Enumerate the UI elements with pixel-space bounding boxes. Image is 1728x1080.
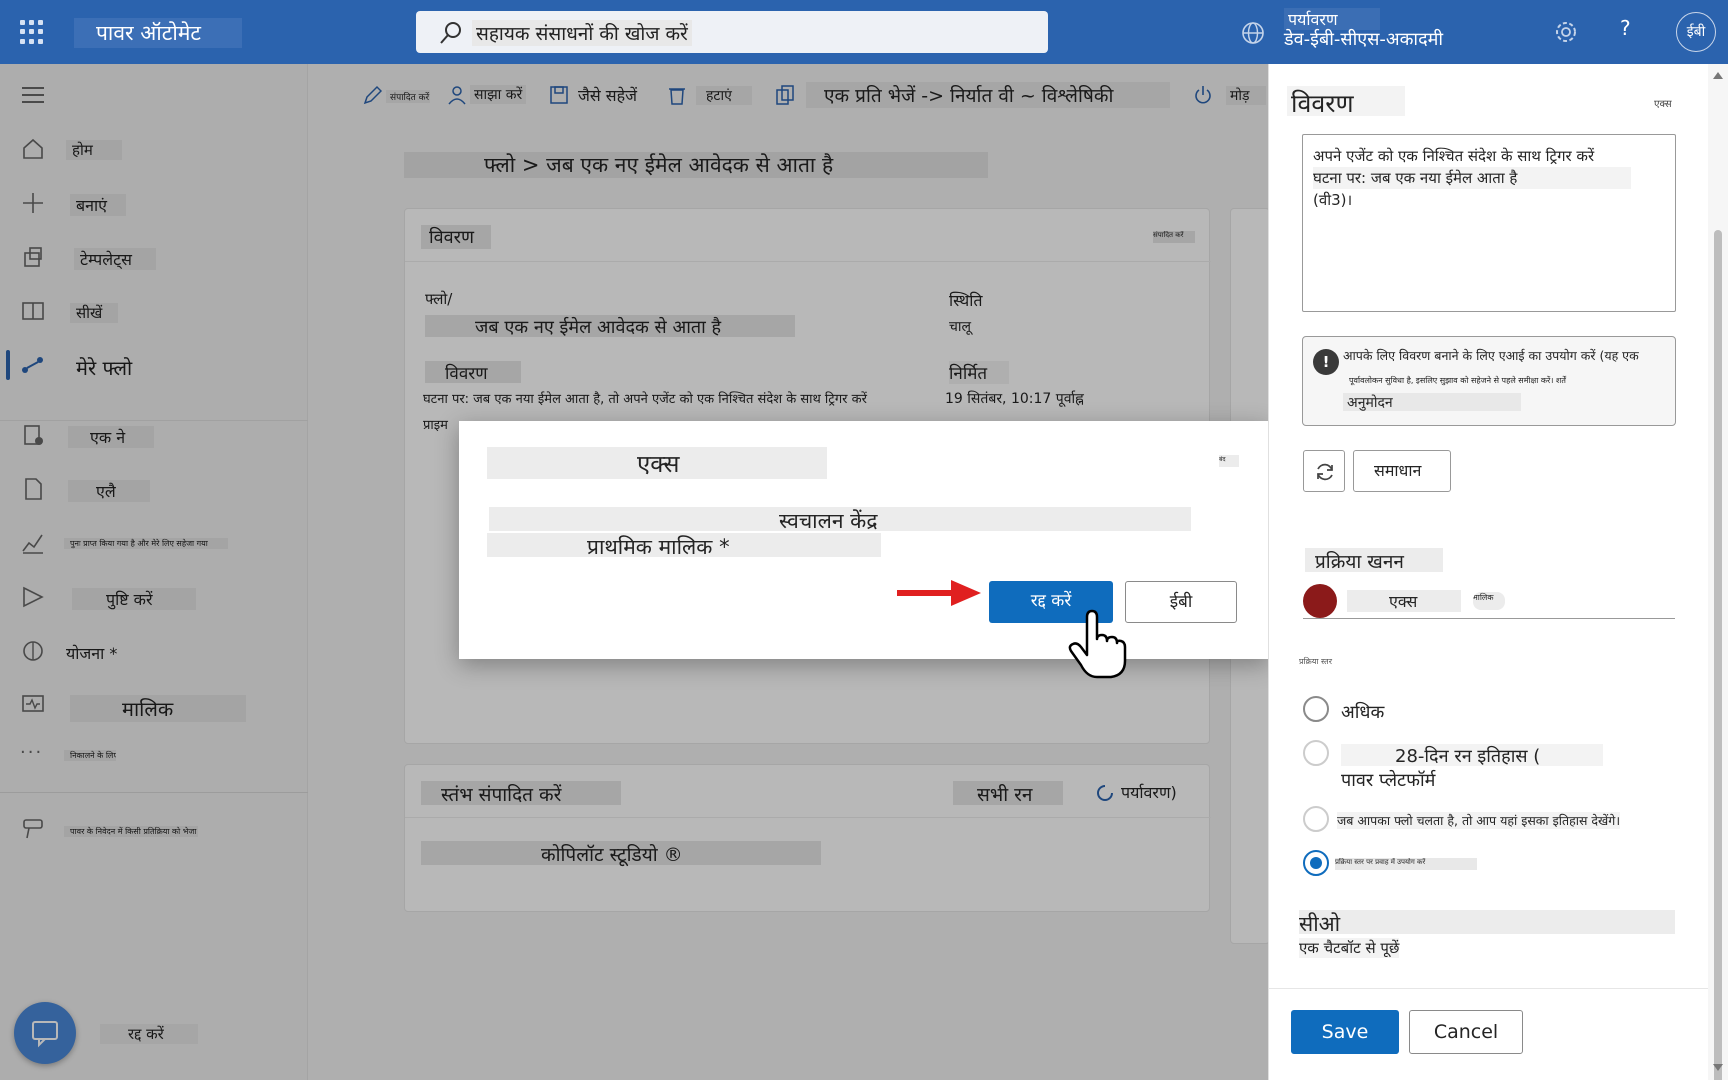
scrollbar[interactable] (1708, 64, 1728, 1080)
solution-button[interactable]: समाधान (1353, 450, 1451, 492)
panel-desc-line-2: घटना पर: जब एक नया ईमेल आता है (1313, 167, 1631, 189)
dialog-line-2: प्राथमिक मालिक * (487, 533, 881, 559)
radio-option-4[interactable] (1303, 850, 1329, 876)
section-title: सीओ (1299, 910, 1675, 936)
search-input[interactable]: सहायक संसाधनों की खोज करें (472, 20, 692, 46)
dialog-close[interactable]: बंद (1219, 455, 1239, 467)
avatar[interactable]: ईबी (1676, 12, 1716, 52)
description-textarea[interactable]: अपने एजेंट को एक निश्चित संदेश के साथ ट्… (1302, 134, 1676, 312)
radio-option-2-label: 28-दिन रन इतिहास ( (1341, 744, 1603, 767)
secondary-button[interactable]: ईबी (1125, 581, 1237, 623)
scroll-up-icon[interactable] (1713, 72, 1723, 79)
ai-line-2: पूर्वावलोकन सुविधा है, इसलिए सुझाव को सह… (1349, 376, 1566, 385)
environment-name[interactable]: डेव-ईबी-सीएस-अकादमी (1284, 27, 1443, 51)
panel-close[interactable]: एक्स (1654, 96, 1672, 110)
hand-cursor-icon (1068, 609, 1127, 679)
radio-option-2-sub: पावर प्लेटफॉर्म (1341, 770, 1436, 791)
details-panel: विवरण एक्स अपने एजेंट को एक निश्चित संदे… (1268, 64, 1709, 1080)
process-title: प्रक्रिया खनन (1305, 548, 1443, 573)
radio-option-4-label: प्रक्रिया स्तर पर प्रवाह में उपयोग करें (1335, 858, 1477, 870)
panel-title: विवरण (1287, 86, 1405, 118)
help-icon[interactable]: ? (1620, 16, 1631, 40)
ai-line-3: अनुमोदन (1343, 393, 1521, 411)
dialog-title: एक्स (487, 447, 827, 479)
radio-caption: प्रक्रिया स्तर (1299, 657, 1332, 666)
radio-option-3-label: जब आपका फ्लो चलता है, तो आप यहां इसका इत… (1337, 812, 1621, 829)
dialog-line-1: स्वचालन केंद्र (489, 507, 1191, 533)
ask-chatbot[interactable]: एक चैटबॉट से पूछें (1299, 938, 1400, 958)
refresh-icon (1317, 463, 1333, 481)
environment-icon (1242, 22, 1264, 44)
owner-tag: मालिक (1473, 592, 1505, 610)
cancel-button[interactable]: Cancel (1409, 1010, 1523, 1054)
owner-name: एक्स (1347, 590, 1461, 612)
search-icon (440, 22, 461, 44)
radio-option-1-label: अधिक (1341, 702, 1385, 723)
app-launcher-icon[interactable] (20, 20, 44, 44)
scroll-thumb[interactable] (1714, 230, 1722, 1080)
save-button[interactable]: Save (1291, 1010, 1399, 1054)
red-arrow-icon (897, 580, 981, 606)
info-icon: ! (1313, 349, 1339, 375)
radio-option-1[interactable] (1303, 696, 1329, 722)
ai-info-box: ! आपके लिए विवरण बनाने के लिए एआई का उपय… (1302, 336, 1676, 426)
panel-desc-line-1: अपने एजेंट को एक निश्चित संदेश के साथ ट्… (1313, 147, 1595, 165)
radio-option-3[interactable] (1303, 806, 1329, 832)
gear-icon[interactable] (1552, 18, 1580, 46)
dialog: एक्स बंद स्वचालन केंद्र प्राथमिक मालिक *… (459, 421, 1269, 679)
scroll-down-icon[interactable] (1713, 1064, 1723, 1071)
app-name[interactable]: पावर ऑटोमेट (74, 18, 242, 48)
ai-line-1: आपके लिए विवरण बनाने के लिए एआई का उपयोग… (1343, 348, 1639, 363)
panel-desc-line-3: (वी3)। (1313, 191, 1353, 209)
regenerate-button[interactable] (1303, 450, 1345, 492)
radio-option-2[interactable] (1303, 740, 1329, 766)
owner-avatar (1303, 584, 1337, 618)
